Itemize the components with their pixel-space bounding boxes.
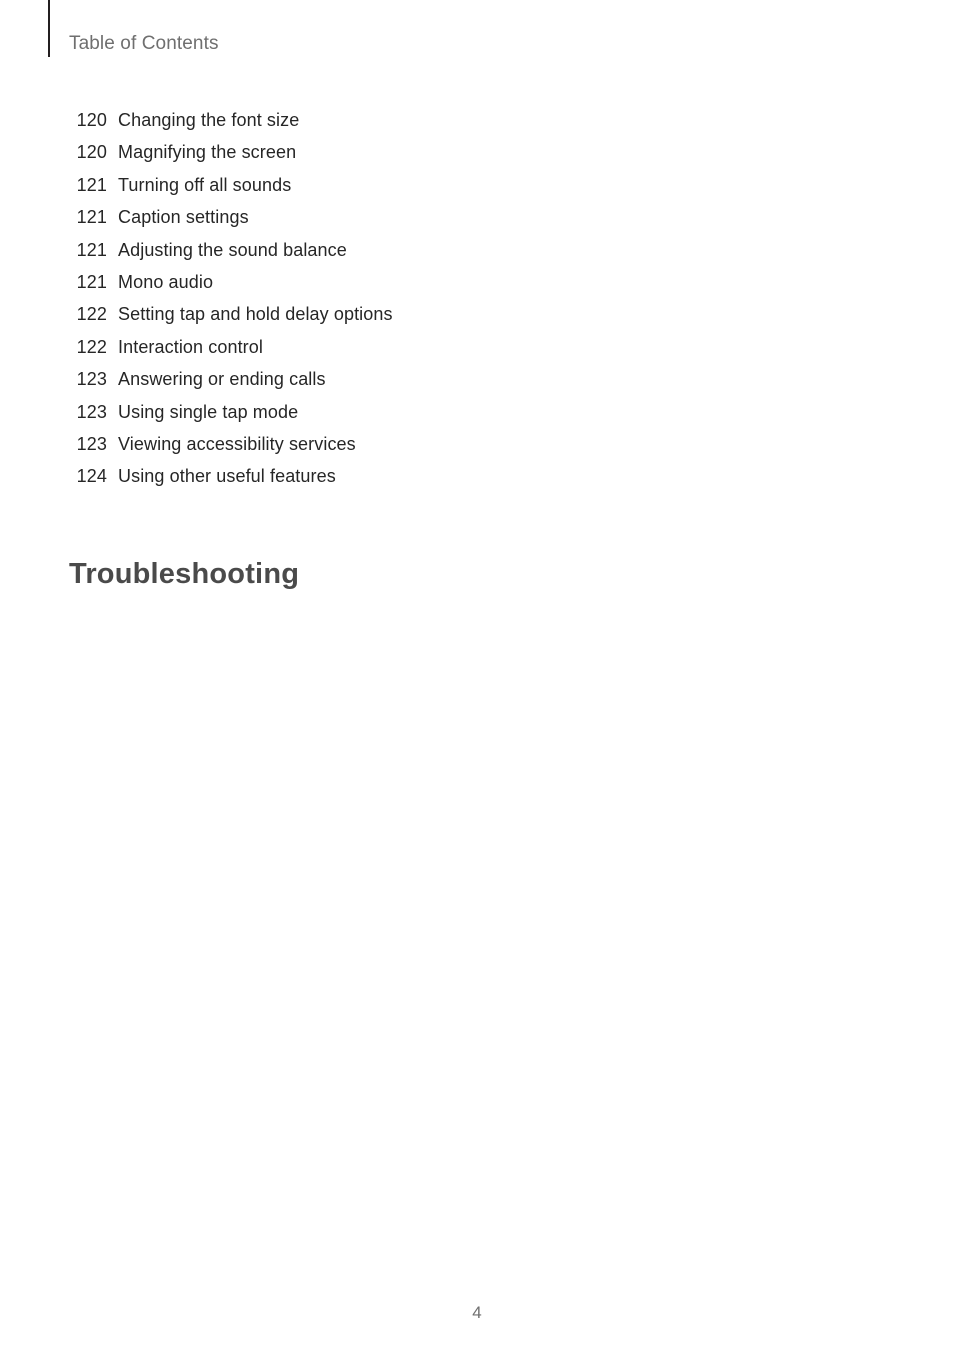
page-number: 4 bbox=[472, 1303, 482, 1322]
toc-entry[interactable]: 120 Magnifying the screen bbox=[69, 142, 669, 174]
toc-entry-label: Mono audio bbox=[118, 271, 214, 292]
toc-entry-page-number: 124 bbox=[76, 466, 107, 487]
toc-entry-label: Using single tap mode bbox=[118, 401, 299, 422]
toc-entry[interactable]: 123 Answering or ending calls bbox=[69, 369, 669, 401]
toc-entry[interactable]: 120 Changing the font size bbox=[69, 110, 669, 142]
toc-entry[interactable]: 121 Mono audio bbox=[69, 272, 669, 304]
toc-entry-page-number: 122 bbox=[76, 336, 107, 357]
toc-entry[interactable]: 121 Caption settings bbox=[69, 207, 669, 239]
running-header-title: Table of Contents bbox=[69, 33, 219, 54]
toc-entry[interactable]: 124 Using other useful features bbox=[69, 466, 669, 498]
toc-entry-page-number: 121 bbox=[76, 239, 107, 260]
toc-entry-page-number: 121 bbox=[76, 207, 107, 228]
toc-entry[interactable]: 122 Interaction control bbox=[69, 337, 669, 369]
table-of-contents-list: 120 Changing the font size 120 Magnifyin… bbox=[69, 110, 669, 499]
toc-entry-label: Adjusting the sound balance bbox=[118, 239, 347, 260]
toc-entry-label: Using other useful features bbox=[118, 466, 336, 487]
toc-entry-label: Viewing accessibility services bbox=[118, 433, 356, 454]
toc-entry-label: Caption settings bbox=[118, 207, 249, 228]
header-rule bbox=[48, 0, 50, 57]
toc-entry-page-number: 123 bbox=[76, 401, 107, 422]
toc-entry-page-number: 123 bbox=[76, 369, 107, 390]
toc-entry-label: Magnifying the screen bbox=[118, 142, 297, 163]
chapter-heading-troubleshooting[interactable]: Troubleshooting bbox=[69, 558, 299, 591]
toc-entry-page-number: 121 bbox=[76, 271, 107, 292]
toc-entry[interactable]: 121 Adjusting the sound balance bbox=[69, 240, 669, 272]
toc-entry[interactable]: 123 Using single tap mode bbox=[69, 402, 669, 434]
toc-entry[interactable]: 122 Setting tap and hold delay options bbox=[69, 304, 669, 336]
toc-entry[interactable]: 121 Turning off all sounds bbox=[69, 175, 669, 207]
toc-entry-label: Changing the font size bbox=[118, 110, 300, 130]
toc-entry-label: Interaction control bbox=[118, 336, 263, 357]
toc-entry-page-number: 122 bbox=[76, 304, 107, 325]
toc-entry-page-number: 121 bbox=[76, 174, 107, 195]
toc-entry-label: Answering or ending calls bbox=[118, 369, 326, 390]
toc-entry-page-number: 120 bbox=[76, 142, 107, 163]
toc-entry-page-number: 120 bbox=[76, 110, 107, 130]
toc-entry-label: Setting tap and hold delay options bbox=[118, 304, 393, 325]
toc-entry-page-number: 123 bbox=[76, 433, 107, 454]
document-page: Table of Contents 120 Changing the font … bbox=[0, 0, 954, 1350]
toc-entry[interactable]: 123 Viewing accessibility services bbox=[69, 434, 669, 466]
toc-entry-label: Turning off all sounds bbox=[118, 174, 292, 195]
